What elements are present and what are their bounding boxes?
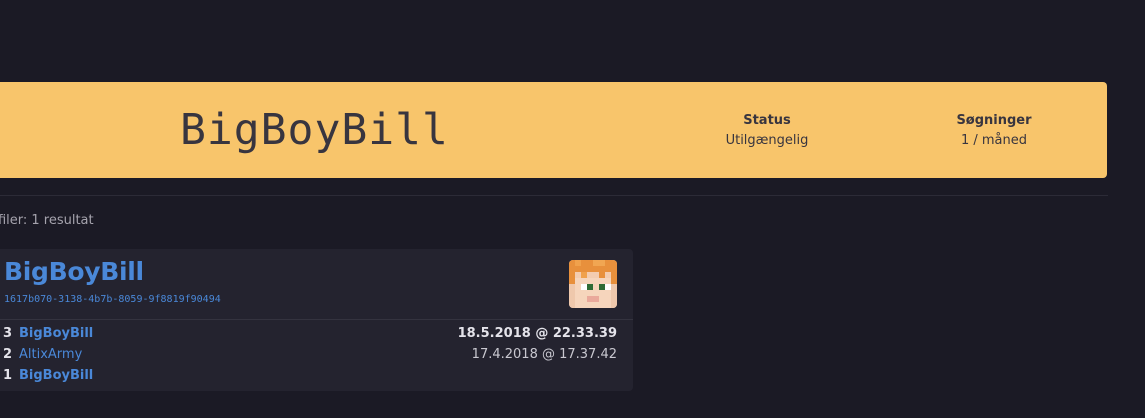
profile-uuid: 1617b070-3138-4b7b-8059-9f8819f90494: [4, 294, 221, 305]
history-name-link[interactable]: BigBoyBill: [19, 326, 93, 341]
results-count: ofiler: 1 resultat: [0, 213, 94, 228]
history-row: 1 BigBoyBill: [0, 366, 633, 387]
minecraft-skin-head-icon[interactable]: [569, 260, 617, 308]
history-row: 3 BigBoyBill 18.5.2018 @ 22.33.39: [0, 324, 633, 345]
page: BigBoyBill Status Utilgængelig Søgninger…: [0, 0, 1145, 418]
history-date: 18.5.2018 @ 22.33.39: [457, 326, 617, 341]
name-history-list: 3 BigBoyBill 18.5.2018 @ 22.33.39 2 Alti…: [0, 324, 633, 387]
status-value: Utilgængelig: [725, 133, 809, 148]
history-number: 3: [3, 326, 13, 341]
history-date: 17.4.2018 @ 17.37.42: [471, 347, 617, 362]
profile-card-header: BigBoyBill 1617b070-3138-4b7b-8059-9f881…: [0, 249, 633, 320]
searches-stat: Søgninger 1 / måned: [914, 112, 1074, 152]
history-number: 2: [3, 347, 13, 362]
history-name-link[interactable]: BigBoyBill: [19, 368, 93, 383]
section-divider: [0, 195, 1108, 196]
status-stat: Status Utilgængelig: [687, 112, 847, 152]
history-row: 2 AltixArmy 17.4.2018 @ 17.37.42: [0, 345, 633, 366]
history-name-link[interactable]: AltixArmy: [19, 347, 82, 362]
banner-username: BigBoyBill: [180, 105, 449, 155]
profile-card: BigBoyBill 1617b070-3138-4b7b-8059-9f881…: [0, 249, 633, 391]
history-number: 1: [3, 368, 13, 383]
status-label: Status: [743, 113, 791, 128]
searches-value: 1 / måned: [960, 133, 1028, 148]
searches-label: Søgninger: [956, 113, 1032, 128]
profile-banner: BigBoyBill Status Utilgængelig Søgninger…: [0, 82, 1107, 178]
profile-name-link[interactable]: BigBoyBill: [4, 257, 144, 286]
